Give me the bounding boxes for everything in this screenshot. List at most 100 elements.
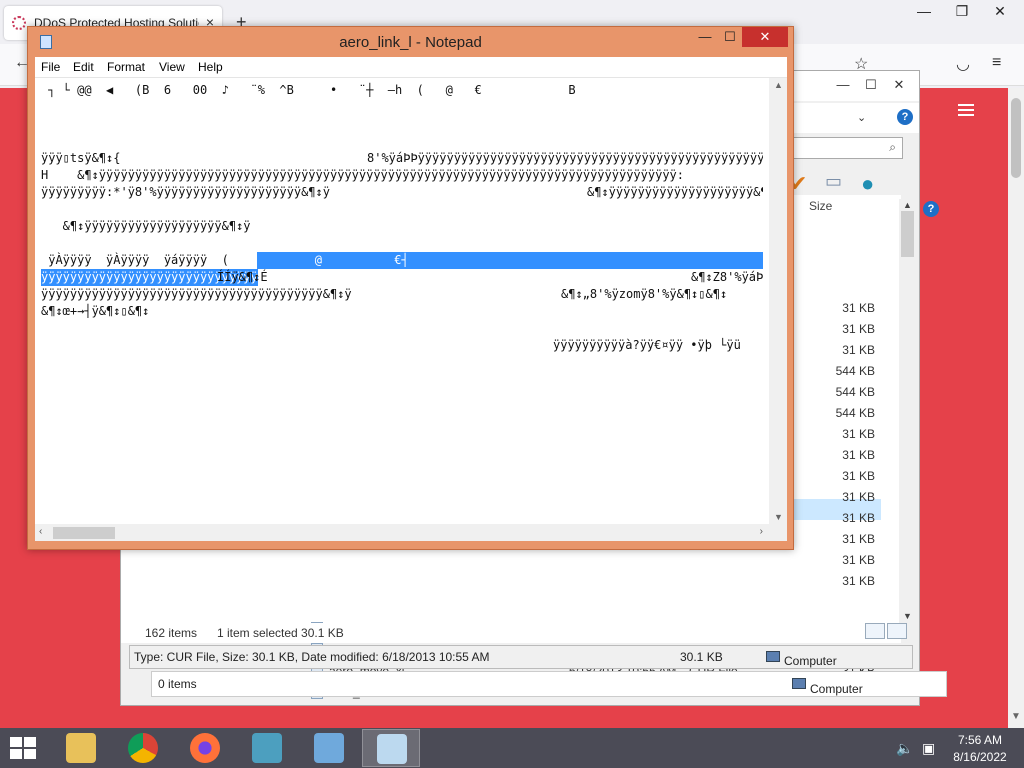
menu-edit[interactable]: Edit bbox=[73, 60, 94, 74]
details-view-icon[interactable] bbox=[865, 623, 885, 639]
size-cell: 544 KB bbox=[835, 385, 875, 399]
selected-text[interactable]: @ €┤ bbox=[257, 252, 763, 269]
menu-file[interactable]: File bbox=[41, 60, 60, 74]
size-cell: 31 KB bbox=[842, 553, 875, 567]
notepad-close-button[interactable]: ✕ bbox=[742, 27, 788, 47]
text-line-content: ┐ └ @@ ◀ (B 6 00 ♪ ¨% ^B • ¨┼ –h ( @ € B bbox=[41, 83, 576, 97]
browser-restore-button[interactable]: ❐ bbox=[942, 0, 982, 22]
text-line bbox=[41, 116, 763, 133]
details-location: Computer bbox=[784, 654, 837, 668]
text-line-content: ÿÀÿÿÿÿ ÿÀÿÿÿÿ ÿáÿÿÿÿ ( bbox=[41, 253, 229, 267]
menu-icon[interactable]: ≡ bbox=[992, 54, 1001, 72]
text-segment: ÍÍÿ&¶↕É bbox=[217, 270, 268, 284]
explorer-maximize-button[interactable]: ☐ bbox=[857, 75, 885, 95]
clock-time: 7:56 AM bbox=[957, 733, 1003, 747]
text-line-content: H &¶↕ÿÿÿÿÿÿÿÿÿÿÿÿÿÿÿÿÿÿÿÿÿÿÿÿÿÿÿÿÿÿÿÿÿÿÿ… bbox=[41, 168, 684, 182]
help-icon[interactable]: ? bbox=[897, 109, 913, 125]
details-size: 30.1 KB bbox=[680, 650, 723, 664]
taskbar-control-panel[interactable] bbox=[300, 729, 358, 767]
size-cell: 31 KB bbox=[842, 301, 875, 315]
text-line bbox=[41, 201, 763, 218]
text-line: ÿÿÿÿÿÿÿÿÿÿÿÿÿÿÿÿÿÿÿÿÿÿÿÿÿÿÿÿÿÿÿÿÿÿÿÿÿÿÿ&… bbox=[41, 286, 763, 303]
view-toggle bbox=[865, 623, 909, 642]
registry-editor-icon bbox=[252, 733, 282, 763]
notepad-text-area[interactable]: ┐ └ @@ ◀ (B 6 00 ♪ ¨% ^B • ¨┼ –h ( @ € B… bbox=[35, 77, 787, 541]
text-line: H &¶↕ÿÿÿÿÿÿÿÿÿÿÿÿÿÿÿÿÿÿÿÿÿÿÿÿÿÿÿÿÿÿÿÿÿÿÿ… bbox=[41, 167, 763, 184]
text-line: ÿÿÿ▯tsÿ&¶↕{ 8'%ÿáÞÞÿÿÿÿÿÿÿÿÿÿÿÿÿÿÿÿÿÿÿÿÿÿ… bbox=[41, 150, 763, 167]
text-line: &¶↕ÿÿÿÿÿÿÿÿÿÿÿÿÿÿÿÿÿÿÿ&¶↕ÿ bbox=[41, 218, 763, 235]
control-panel-icon bbox=[314, 733, 344, 763]
size-cell: 544 KB bbox=[835, 406, 875, 420]
pocket-icon[interactable]: ◡ bbox=[956, 54, 970, 74]
explorer-close-button[interactable]: ✕ bbox=[885, 75, 913, 95]
bottom-location: Computer bbox=[810, 682, 863, 696]
menu-format[interactable]: Format bbox=[107, 60, 145, 74]
text-line-content: &¶↕ÿÿÿÿÿÿÿÿÿÿÿÿÿÿÿÿÿÿÿ&¶↕ÿ bbox=[41, 219, 251, 233]
site-favicon-icon bbox=[12, 16, 26, 30]
size-cell: 31 KB bbox=[842, 322, 875, 336]
browser-minimize-button[interactable]: — bbox=[904, 0, 944, 22]
size-cell: 31 KB bbox=[842, 427, 875, 441]
text-segment: &¶↕Z8'%ÿáÞ bbox=[691, 270, 763, 284]
size-cell: 31 KB bbox=[842, 532, 875, 546]
volume-muted-icon[interactable]: 🔈 bbox=[896, 740, 913, 757]
globe-icon[interactable]: ● bbox=[861, 171, 874, 197]
clock-date: 8/16/2022 bbox=[953, 750, 1007, 764]
taskbar-registry-editor[interactable] bbox=[238, 729, 296, 767]
browser-close-button[interactable]: ✕ bbox=[980, 0, 1020, 22]
computer-icon-2 bbox=[792, 678, 806, 689]
notepad-vertical-scrollbar[interactable]: ▲ ▼ bbox=[769, 78, 787, 524]
scrollbar-corner bbox=[769, 524, 787, 541]
text-line bbox=[41, 99, 763, 116]
size-cell: 31 KB bbox=[842, 469, 875, 483]
explorer-search-box[interactable]: ⌕ bbox=[787, 137, 903, 159]
notepad-horizontal-scrollbar[interactable]: ‹ › bbox=[35, 524, 769, 541]
folder-icon bbox=[66, 733, 96, 763]
explorer-status-bar: 162 items 1 item selected 30.1 KB bbox=[121, 623, 901, 643]
search-icon: ⌕ bbox=[889, 140, 896, 154]
menu-help[interactable]: Help bbox=[198, 60, 223, 74]
system-clock[interactable]: 7:56 AM 8/16/2022 bbox=[944, 732, 1016, 766]
text-line-content: ÿÿÿÿÿÿÿÿÿÿà?ÿÿ€¤ÿÿ •ÿþ └ÿü bbox=[553, 338, 741, 352]
taskbar-firefox[interactable] bbox=[176, 729, 234, 767]
notepad-maximize-button[interactable]: ☐ bbox=[718, 27, 742, 47]
properties-icon[interactable]: ▭ bbox=[825, 171, 842, 192]
ribbon-expand-icon[interactable]: ⌄ bbox=[857, 111, 866, 124]
explorer-minimize-button[interactable]: — bbox=[829, 75, 857, 95]
column-header-size[interactable]: Size bbox=[809, 199, 832, 213]
text-segment: 8'%ÿáÞÞÿÿÿÿÿÿÿÿÿÿÿÿÿÿÿÿÿÿÿÿÿÿÿÿÿÿÿÿÿÿÿÿÿ… bbox=[367, 151, 763, 165]
notepad-menubar: File Edit Format View Help bbox=[35, 57, 787, 77]
network-icon[interactable]: ▣ bbox=[922, 740, 935, 757]
browser-scrollbar[interactable]: ▼ bbox=[1008, 88, 1024, 728]
selection-info: 1 item selected 30.1 KB bbox=[217, 626, 344, 640]
notepad-titlebar[interactable]: aero_link_l - Notepad — ☐ ✕ bbox=[28, 27, 793, 57]
second-status-bar: 0 items Computer bbox=[151, 671, 947, 697]
size-cell: 31 KB bbox=[842, 511, 875, 525]
large-icons-view-icon[interactable] bbox=[887, 623, 907, 639]
size-cell: 31 KB bbox=[842, 490, 875, 504]
text-line: ÿÿÿÿÿÿÿÿÿ:*'ÿ8'%ÿÿÿÿÿÿÿÿÿÿÿÿÿÿÿÿÿÿÿÿ&¶↕ÿ… bbox=[41, 184, 763, 201]
site-hamburger-icon[interactable] bbox=[958, 104, 974, 119]
taskbar-chrome[interactable] bbox=[114, 729, 172, 767]
size-cell: 31 KB bbox=[842, 448, 875, 462]
taskbar-notepad[interactable] bbox=[362, 729, 420, 767]
text-line-content: ÿÿÿÿÿÿÿÿÿ:*'ÿ8'%ÿÿÿÿÿÿÿÿÿÿÿÿÿÿÿÿÿÿÿÿ&¶↕ÿ bbox=[41, 185, 330, 199]
explorer-scrollbar[interactable]: ▲ ▼ bbox=[899, 199, 916, 623]
size-cell: 31 KB bbox=[842, 343, 875, 357]
item-count: 162 items bbox=[145, 626, 198, 640]
help-icon-secondary[interactable]: ? bbox=[923, 201, 939, 217]
text-segment: &¶↕ÿÿÿÿÿÿÿÿÿÿÿÿÿÿÿÿÿÿÿÿ&¶↕ bbox=[587, 185, 763, 199]
text-line-content: ÿÿÿ▯tsÿ&¶↕{ bbox=[41, 151, 121, 165]
notepad-minimize-button[interactable]: — bbox=[692, 27, 718, 47]
start-button[interactable] bbox=[10, 737, 38, 761]
text-line-content: ÿÿÿÿÿÿÿÿÿÿÿÿÿÿÿÿÿÿÿÿÿÿÿÿÿÿÿÿÿÿÿÿÿÿÿÿÿÿÿ&… bbox=[41, 287, 352, 301]
taskbar-file-explorer[interactable] bbox=[52, 729, 110, 767]
menu-view[interactable]: View bbox=[159, 60, 185, 74]
chrome-icon bbox=[128, 733, 158, 763]
text-line: ÿÿÿÿÿÿÿÿÿÿà?ÿÿ€¤ÿÿ •ÿþ └ÿü bbox=[41, 337, 763, 354]
text-line bbox=[41, 235, 763, 252]
computer-icon bbox=[766, 651, 780, 662]
notepad-icon bbox=[377, 734, 407, 764]
notepad-content[interactable]: ┐ └ @@ ◀ (B 6 00 ♪ ¨% ^B • ¨┼ –h ( @ € B… bbox=[41, 82, 763, 514]
text-line bbox=[41, 320, 763, 337]
